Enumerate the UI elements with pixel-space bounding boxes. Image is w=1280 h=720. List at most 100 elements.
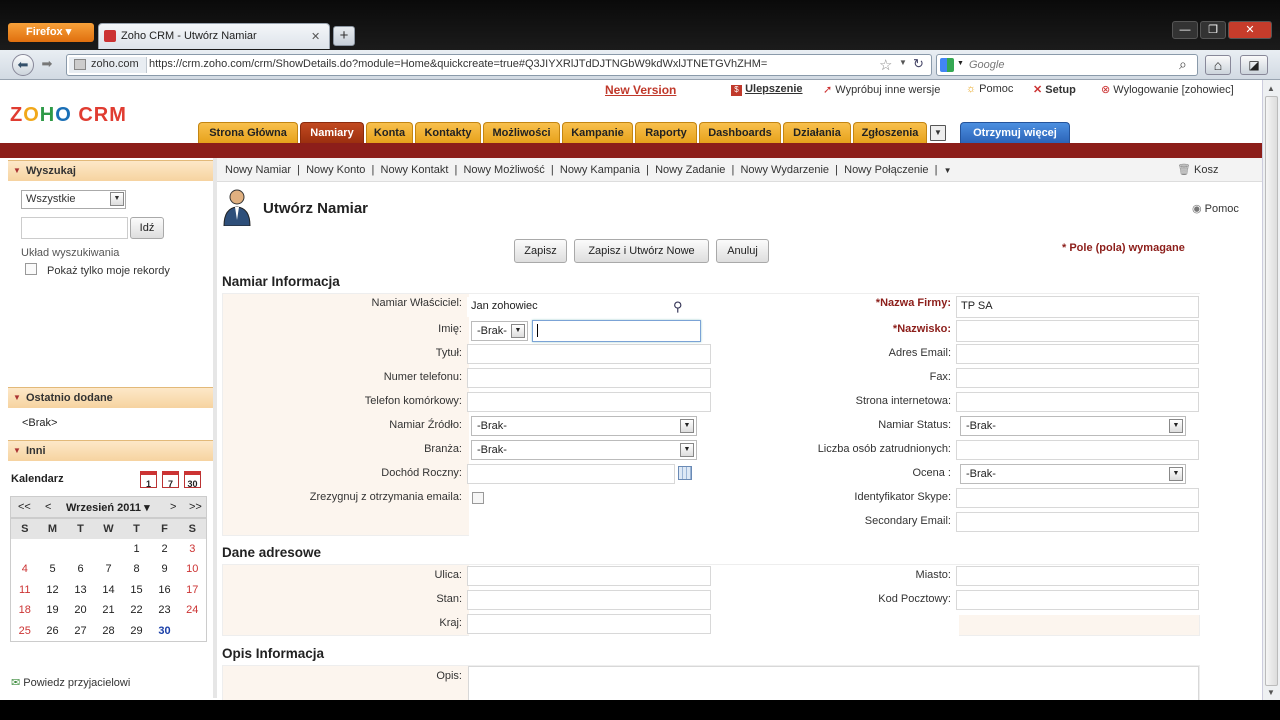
new-campaign-link[interactable]: Nowy Kampania: [560, 164, 640, 176]
skype-input[interactable]: [956, 488, 1199, 508]
more-tabs-icon[interactable]: ▼: [930, 125, 946, 141]
calculator-icon[interactable]: [678, 466, 692, 480]
street-input[interactable]: [467, 566, 711, 586]
calendar-day[interactable]: [11, 539, 39, 560]
owner-field[interactable]: Jan zohowiec: [467, 297, 673, 317]
calendar-day[interactable]: 26: [39, 621, 67, 642]
calendar-day[interactable]: 15: [123, 580, 151, 601]
scroll-thumb[interactable]: [1265, 96, 1278, 686]
zip-input[interactable]: [956, 590, 1199, 610]
new-account-link[interactable]: Nowy Konto: [306, 164, 365, 176]
search-panel-header[interactable]: ▼ Wyszukaj: [8, 160, 213, 181]
calendar-day[interactable]: 6: [67, 559, 95, 580]
tab-dashboards[interactable]: Dashboards: [699, 122, 781, 143]
new-version-link[interactable]: New Version: [605, 83, 676, 97]
prev-month-button[interactable]: <: [45, 501, 51, 513]
website-input[interactable]: [956, 392, 1199, 412]
state-input[interactable]: [467, 590, 711, 610]
recent-panel-header[interactable]: ▼ Ostatnio dodane: [8, 387, 213, 408]
new-call-link[interactable]: Nowy Połączenie: [844, 164, 928, 176]
month-select[interactable]: Wrzesień 2011 ▾: [66, 501, 150, 514]
tab-accounts[interactable]: Konta: [366, 122, 413, 143]
salutation-select[interactable]: -Brak- ▼: [471, 321, 528, 341]
address-bar[interactable]: zoho.com https://crm.zoho.com/crm/ShowDe…: [66, 54, 932, 76]
calendar-day[interactable]: 23: [151, 600, 179, 621]
description-textarea[interactable]: [468, 666, 1199, 700]
upgrade-link[interactable]: $ Ulepszenie: [731, 83, 803, 96]
only-my-records-checkbox[interactable]: [25, 263, 37, 275]
new-contact-link[interactable]: Nowy Kontakt: [381, 164, 449, 176]
save-button[interactable]: Zapisz: [514, 239, 567, 263]
week-view-icon[interactable]: 7: [162, 471, 179, 489]
search-bar[interactable]: ▼ Google ⌕: [936, 54, 1198, 76]
calendar-day[interactable]: 21: [95, 600, 123, 621]
calendar-day[interactable]: 13: [67, 580, 95, 601]
last-name-input[interactable]: [956, 320, 1199, 342]
calendar-day[interactable]: 8: [123, 559, 151, 580]
logout-link[interactable]: ⊗ Wylogowanie [zohowiec]: [1101, 83, 1234, 96]
lead-status-select[interactable]: -Brak- ▼: [960, 416, 1186, 436]
search-icon[interactable]: ⌕: [1179, 56, 1187, 73]
get-more-button[interactable]: Otrzymuj więcej: [960, 122, 1070, 143]
calendar-day[interactable]: 19: [39, 600, 67, 621]
calendar-day[interactable]: 20: [67, 600, 95, 621]
new-event-link[interactable]: Nowy Wydarzenie: [740, 164, 829, 176]
day-view-icon[interactable]: 1: [140, 471, 157, 489]
new-potential-link[interactable]: Nowy Możliwość: [463, 164, 544, 176]
first-name-input[interactable]: [532, 320, 701, 342]
firefox-menu-button[interactable]: Firefox ▾: [8, 23, 94, 42]
addon-icon[interactable]: ◪: [1240, 55, 1268, 75]
calendar-day[interactable]: 27: [67, 621, 95, 642]
calendar-day[interactable]: [67, 539, 95, 560]
calendar-day[interactable]: 2: [151, 539, 179, 560]
reload-icon[interactable]: ↻: [913, 56, 924, 72]
more-quick-create-icon[interactable]: ▼: [944, 166, 952, 175]
bookmark-star-icon[interactable]: ☆: [879, 56, 892, 74]
calendar-day[interactable]: 18: [11, 600, 39, 621]
industry-select[interactable]: -Brak- ▼: [471, 440, 697, 460]
trash-link[interactable]: 🗑 Kosz: [1177, 163, 1219, 176]
mobile-input[interactable]: [467, 392, 711, 412]
calendar-day[interactable]: 28: [95, 621, 123, 642]
calendar-day[interactable]: 11: [11, 580, 39, 601]
company-input[interactable]: TP SA: [956, 296, 1199, 318]
new-lead-link[interactable]: Nowy Namiar: [225, 164, 291, 176]
calendar-day[interactable]: 22: [123, 600, 151, 621]
site-identity[interactable]: zoho.com: [69, 57, 147, 73]
tab-campaigns[interactable]: Kampanie: [562, 122, 633, 143]
calendar-day[interactable]: 9: [151, 559, 179, 580]
tab-activities[interactable]: Działania: [783, 122, 851, 143]
save-and-new-button[interactable]: Zapisz i Utwórz Nowe: [574, 239, 709, 263]
forward-icon[interactable]: ➡: [38, 54, 56, 76]
calendar-day[interactable]: 7: [95, 559, 123, 580]
phone-input[interactable]: [467, 368, 711, 388]
country-input[interactable]: [467, 614, 711, 634]
next-month-button[interactable]: >: [170, 501, 176, 513]
calendar-day[interactable]: 14: [95, 580, 123, 601]
setup-link[interactable]: ✕ Setup: [1033, 83, 1076, 96]
next-year-button[interactable]: >>: [189, 501, 202, 513]
owner-lookup-icon[interactable]: ⚲: [673, 299, 683, 315]
fax-input[interactable]: [956, 368, 1199, 388]
lead-source-select[interactable]: -Brak- ▼: [471, 416, 697, 436]
calendar-day[interactable]: [179, 621, 207, 642]
calendar-day[interactable]: [39, 539, 67, 560]
new-tab-button[interactable]: +: [333, 26, 355, 46]
minimize-icon[interactable]: —: [1172, 21, 1198, 39]
tab-home[interactable]: Strona Główna: [198, 122, 298, 143]
calendar-day[interactable]: 17: [179, 580, 207, 601]
calendar-day[interactable]: 10: [179, 559, 207, 580]
home-icon[interactable]: ⌂: [1205, 55, 1231, 75]
month-view-icon[interactable]: 30: [184, 471, 201, 489]
other-panel-header[interactable]: ▼ Inni: [8, 440, 213, 461]
secondary-email-input[interactable]: [956, 512, 1199, 532]
new-task-link[interactable]: Nowy Zadanie: [655, 164, 725, 176]
engine-dropdown-icon[interactable]: ▼: [957, 60, 964, 67]
tab-contacts[interactable]: Kontakty: [415, 122, 481, 143]
calendar-day[interactable]: 24: [179, 600, 207, 621]
calendar-day[interactable]: 1: [123, 539, 151, 560]
calendar-day-today[interactable]: 30: [151, 621, 179, 642]
url-history-icon[interactable]: ▼: [899, 58, 907, 67]
try-editions-link[interactable]: ➚ Wypróbuj inne wersje: [823, 83, 940, 96]
tell-friends-link[interactable]: ✉ Powiedz przyjacielowi: [11, 676, 130, 689]
